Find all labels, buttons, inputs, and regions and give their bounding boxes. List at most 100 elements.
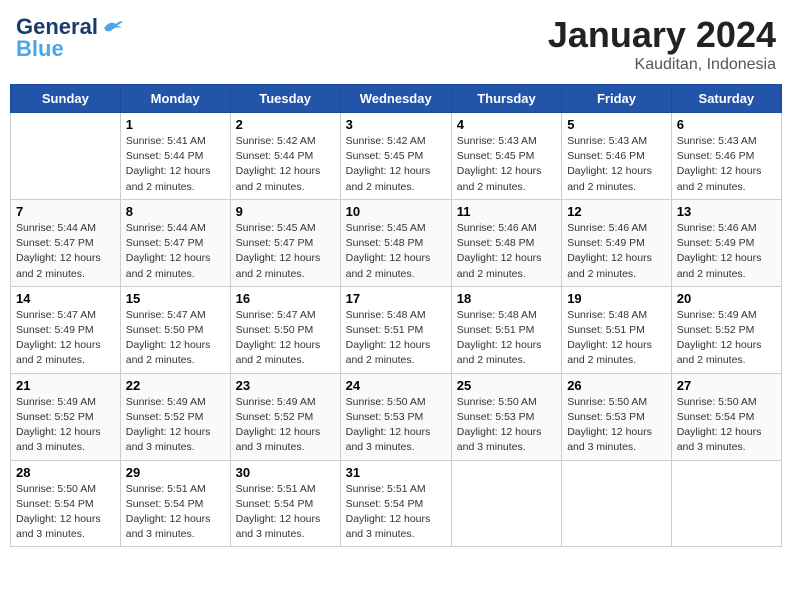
table-row: 18 Sunrise: 5:48 AM Sunset: 5:51 PM Dayl… xyxy=(451,286,561,373)
table-row xyxy=(562,460,672,547)
day-info: Sunrise: 5:43 AM Sunset: 5:46 PM Dayligh… xyxy=(567,134,666,195)
day-info: Sunrise: 5:47 AM Sunset: 5:50 PM Dayligh… xyxy=(126,308,225,369)
sunrise-label: Sunrise: 5:48 AM xyxy=(346,309,426,321)
daylight-label: Daylight: 12 hours and 3 minutes. xyxy=(346,426,431,453)
daylight-label: Daylight: 12 hours and 3 minutes. xyxy=(126,513,211,540)
sunset-label: Sunset: 5:52 PM xyxy=(126,411,204,423)
day-info: Sunrise: 5:47 AM Sunset: 5:50 PM Dayligh… xyxy=(236,308,335,369)
sunrise-label: Sunrise: 5:46 AM xyxy=(677,222,757,234)
daylight-label: Daylight: 12 hours and 2 minutes. xyxy=(236,252,321,279)
sunrise-label: Sunrise: 5:51 AM xyxy=(126,483,206,495)
sunset-label: Sunset: 5:46 PM xyxy=(677,150,755,162)
day-number: 15 xyxy=(126,291,225,306)
daylight-label: Daylight: 12 hours and 2 minutes. xyxy=(236,165,321,192)
table-row: 26 Sunrise: 5:50 AM Sunset: 5:53 PM Dayl… xyxy=(562,373,672,460)
calendar-header-row: Sunday Monday Tuesday Wednesday Thursday… xyxy=(11,85,782,113)
sunset-label: Sunset: 5:47 PM xyxy=(16,237,94,249)
table-row: 14 Sunrise: 5:47 AM Sunset: 5:49 PM Dayl… xyxy=(11,286,121,373)
day-info: Sunrise: 5:50 AM Sunset: 5:54 PM Dayligh… xyxy=(677,395,776,456)
day-info: Sunrise: 5:44 AM Sunset: 5:47 PM Dayligh… xyxy=(16,221,115,282)
sunrise-label: Sunrise: 5:47 AM xyxy=(16,309,96,321)
day-info: Sunrise: 5:42 AM Sunset: 5:44 PM Dayligh… xyxy=(236,134,335,195)
location-title: Kauditan, Indonesia xyxy=(548,56,776,74)
day-info: Sunrise: 5:45 AM Sunset: 5:47 PM Dayligh… xyxy=(236,221,335,282)
sunset-label: Sunset: 5:52 PM xyxy=(236,411,314,423)
sunset-label: Sunset: 5:51 PM xyxy=(346,324,424,336)
daylight-label: Daylight: 12 hours and 2 minutes. xyxy=(567,339,652,366)
daylight-label: Daylight: 12 hours and 2 minutes. xyxy=(567,252,652,279)
table-row: 8 Sunrise: 5:44 AM Sunset: 5:47 PM Dayli… xyxy=(120,199,230,286)
day-number: 12 xyxy=(567,204,666,219)
header-friday: Friday xyxy=(562,85,672,113)
table-row: 22 Sunrise: 5:49 AM Sunset: 5:52 PM Dayl… xyxy=(120,373,230,460)
table-row: 29 Sunrise: 5:51 AM Sunset: 5:54 PM Dayl… xyxy=(120,460,230,547)
header-sunday: Sunday xyxy=(11,85,121,113)
calendar-title-area: January 2024 Kauditan, Indonesia xyxy=(548,14,776,74)
table-row xyxy=(11,113,121,200)
sunrise-label: Sunrise: 5:51 AM xyxy=(346,483,426,495)
day-info: Sunrise: 5:50 AM Sunset: 5:54 PM Dayligh… xyxy=(16,482,115,543)
sunrise-label: Sunrise: 5:50 AM xyxy=(16,483,96,495)
sunrise-label: Sunrise: 5:43 AM xyxy=(567,135,647,147)
day-info: Sunrise: 5:50 AM Sunset: 5:53 PM Dayligh… xyxy=(457,395,556,456)
day-number: 17 xyxy=(346,291,446,306)
sunset-label: Sunset: 5:53 PM xyxy=(567,411,645,423)
sunrise-label: Sunrise: 5:49 AM xyxy=(126,396,206,408)
day-info: Sunrise: 5:48 AM Sunset: 5:51 PM Dayligh… xyxy=(567,308,666,369)
table-row: 16 Sunrise: 5:47 AM Sunset: 5:50 PM Dayl… xyxy=(230,286,340,373)
sunrise-label: Sunrise: 5:42 AM xyxy=(346,135,426,147)
sunrise-label: Sunrise: 5:47 AM xyxy=(126,309,206,321)
day-number: 24 xyxy=(346,378,446,393)
sunset-label: Sunset: 5:44 PM xyxy=(236,150,314,162)
day-info: Sunrise: 5:46 AM Sunset: 5:49 PM Dayligh… xyxy=(677,221,776,282)
sunrise-label: Sunrise: 5:45 AM xyxy=(236,222,316,234)
day-info: Sunrise: 5:50 AM Sunset: 5:53 PM Dayligh… xyxy=(567,395,666,456)
sunrise-label: Sunrise: 5:50 AM xyxy=(346,396,426,408)
table-row: 4 Sunrise: 5:43 AM Sunset: 5:45 PM Dayli… xyxy=(451,113,561,200)
table-row: 9 Sunrise: 5:45 AM Sunset: 5:47 PM Dayli… xyxy=(230,199,340,286)
daylight-label: Daylight: 12 hours and 2 minutes. xyxy=(346,165,431,192)
sunrise-label: Sunrise: 5:42 AM xyxy=(236,135,316,147)
table-row: 27 Sunrise: 5:50 AM Sunset: 5:54 PM Dayl… xyxy=(671,373,781,460)
day-number: 27 xyxy=(677,378,776,393)
day-info: Sunrise: 5:49 AM Sunset: 5:52 PM Dayligh… xyxy=(677,308,776,369)
daylight-label: Daylight: 12 hours and 2 minutes. xyxy=(126,339,211,366)
sunrise-label: Sunrise: 5:43 AM xyxy=(457,135,537,147)
header-monday: Monday xyxy=(120,85,230,113)
table-row: 12 Sunrise: 5:46 AM Sunset: 5:49 PM Dayl… xyxy=(562,199,672,286)
sunrise-label: Sunrise: 5:50 AM xyxy=(567,396,647,408)
daylight-label: Daylight: 12 hours and 3 minutes. xyxy=(126,426,211,453)
day-number: 18 xyxy=(457,291,556,306)
day-number: 30 xyxy=(236,465,335,480)
daylight-label: Daylight: 12 hours and 2 minutes. xyxy=(567,165,652,192)
table-row: 3 Sunrise: 5:42 AM Sunset: 5:45 PM Dayli… xyxy=(340,113,451,200)
day-number: 16 xyxy=(236,291,335,306)
day-number: 22 xyxy=(126,378,225,393)
table-row: 21 Sunrise: 5:49 AM Sunset: 5:52 PM Dayl… xyxy=(11,373,121,460)
table-row xyxy=(451,460,561,547)
sunset-label: Sunset: 5:48 PM xyxy=(457,237,535,249)
logo-bird-icon xyxy=(102,18,124,36)
day-info: Sunrise: 5:43 AM Sunset: 5:45 PM Dayligh… xyxy=(457,134,556,195)
day-number: 9 xyxy=(236,204,335,219)
daylight-label: Daylight: 12 hours and 2 minutes. xyxy=(457,165,542,192)
header-thursday: Thursday xyxy=(451,85,561,113)
daylight-label: Daylight: 12 hours and 2 minutes. xyxy=(677,339,762,366)
sunset-label: Sunset: 5:49 PM xyxy=(677,237,755,249)
sunset-label: Sunset: 5:54 PM xyxy=(346,498,424,510)
calendar-week-5: 28 Sunrise: 5:50 AM Sunset: 5:54 PM Dayl… xyxy=(11,460,782,547)
sunset-label: Sunset: 5:47 PM xyxy=(126,237,204,249)
day-info: Sunrise: 5:49 AM Sunset: 5:52 PM Dayligh… xyxy=(16,395,115,456)
sunrise-label: Sunrise: 5:47 AM xyxy=(236,309,316,321)
table-row: 17 Sunrise: 5:48 AM Sunset: 5:51 PM Dayl… xyxy=(340,286,451,373)
table-row: 6 Sunrise: 5:43 AM Sunset: 5:46 PM Dayli… xyxy=(671,113,781,200)
sunset-label: Sunset: 5:44 PM xyxy=(126,150,204,162)
day-number: 2 xyxy=(236,117,335,132)
day-number: 1 xyxy=(126,117,225,132)
day-number: 13 xyxy=(677,204,776,219)
table-row: 31 Sunrise: 5:51 AM Sunset: 5:54 PM Dayl… xyxy=(340,460,451,547)
sunrise-label: Sunrise: 5:49 AM xyxy=(16,396,96,408)
table-row: 25 Sunrise: 5:50 AM Sunset: 5:53 PM Dayl… xyxy=(451,373,561,460)
calendar-week-1: 1 Sunrise: 5:41 AM Sunset: 5:44 PM Dayli… xyxy=(11,113,782,200)
day-number: 23 xyxy=(236,378,335,393)
